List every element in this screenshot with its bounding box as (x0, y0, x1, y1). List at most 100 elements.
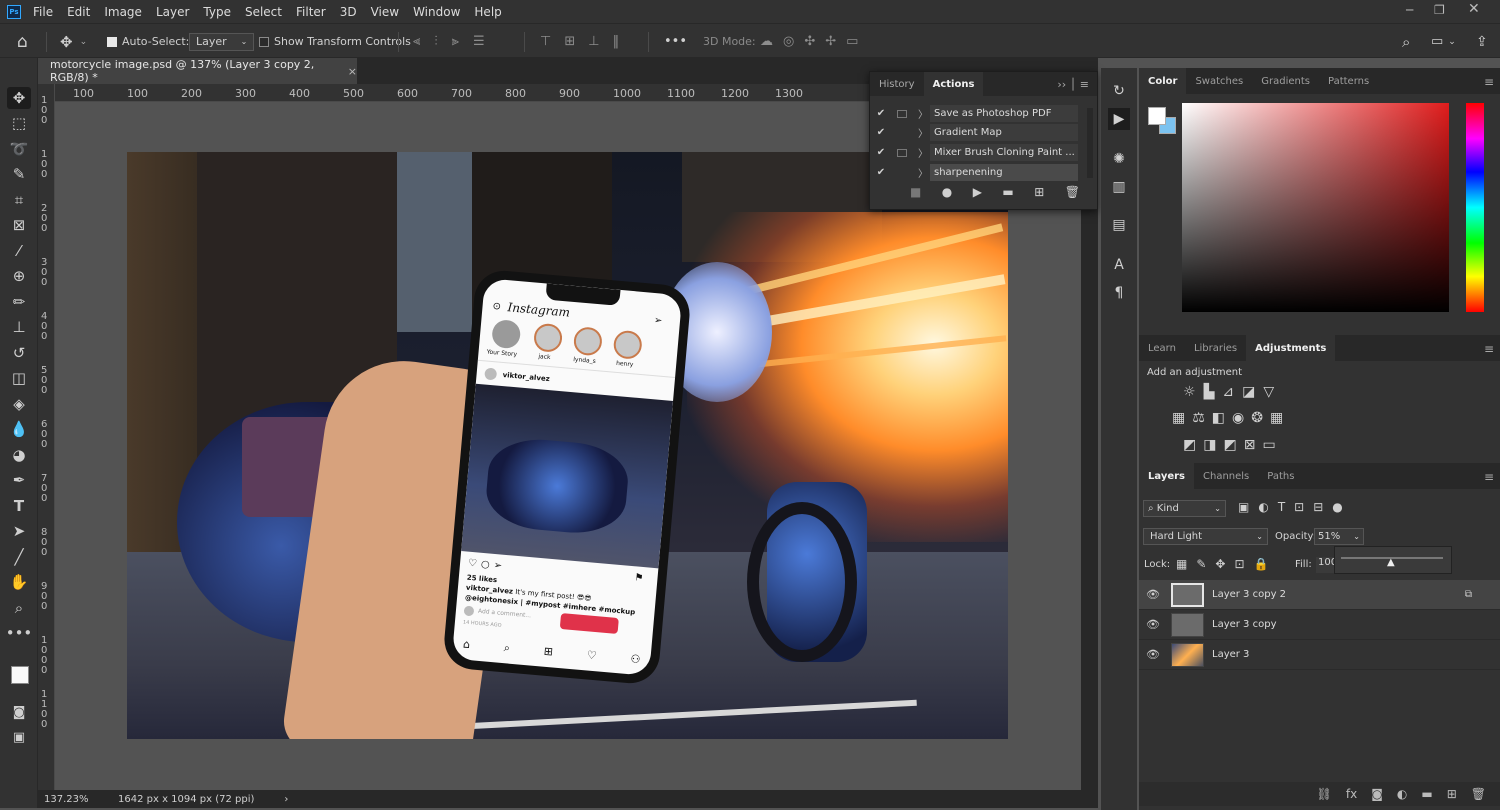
eraser-tool-icon[interactable]: ◫ (7, 367, 31, 389)
delete-layer-icon[interactable]: 🗑 (1471, 787, 1486, 801)
group-icon[interactable]: ▬ (1421, 787, 1432, 801)
layer-row-layer-3-copy[interactable]: 👁 Layer 3 copy (1139, 610, 1500, 640)
zoom-tool-icon[interactable]: ⌕ (7, 597, 31, 619)
panel-menu-icon[interactable]: ≡ (1484, 342, 1494, 356)
menu-file[interactable]: File (33, 5, 53, 19)
menu-edit[interactable]: Edit (67, 5, 90, 19)
curves-icon[interactable]: ⊿ (1222, 384, 1234, 400)
stamp-tool-icon[interactable]: ⊥ (7, 316, 31, 338)
hand-tool-icon[interactable]: ✋ (7, 571, 31, 593)
line-tool-icon[interactable]: ╱ (7, 546, 31, 568)
menu-type[interactable]: Type (203, 5, 231, 19)
tab-history[interactable]: History (870, 72, 924, 96)
folder-icon[interactable]: ▬ (1002, 185, 1013, 199)
workspace-icon[interactable]: ▭ ⌄ (1431, 24, 1456, 59)
paragraph-icon[interactable]: ¶ (1108, 282, 1130, 304)
menu-3d[interactable]: 3D (340, 5, 357, 19)
tab-patterns[interactable]: Patterns (1319, 68, 1378, 94)
menu-layer[interactable]: Layer (156, 5, 189, 19)
tab-layers[interactable]: Layers (1139, 463, 1194, 489)
type-tool-icon[interactable]: T (7, 495, 31, 517)
history-brush-icon[interactable]: ↺ (7, 342, 31, 364)
close-window-icon[interactable]: ✕ (1468, 1, 1480, 17)
zoom-level[interactable]: 137.23% (44, 794, 106, 805)
tab-actions[interactable]: Actions (923, 72, 984, 96)
invert-icon[interactable]: ◩ (1183, 437, 1196, 453)
kind-filter-dropdown[interactable]: ⌕ Kind ⌄ (1143, 500, 1226, 517)
dodge-tool-icon[interactable]: ◕ (7, 444, 31, 466)
menu-image[interactable]: Image (104, 5, 142, 19)
tab-gradients[interactable]: Gradients (1252, 68, 1319, 94)
quick-select-tool-icon[interactable]: ✎ (7, 163, 31, 185)
vibrance-icon[interactable]: ▽ (1263, 384, 1274, 400)
paint-bucket-icon[interactable]: ◈ (7, 393, 31, 415)
link-layers-icon[interactable]: ⛓ (1317, 787, 1332, 801)
minimize-icon[interactable]: ─ (1406, 3, 1413, 17)
marquee-tool-icon[interactable]: ⬚ (7, 112, 31, 134)
close-tab-icon[interactable]: × (348, 65, 357, 78)
color-lookup-icon[interactable]: ▦ (1270, 410, 1283, 426)
document-canvas-image[interactable]: Instagram ⊙ ➢ Your Story jack lynda_s he… (127, 152, 1008, 739)
gradient-map-icon[interactable]: ▭ (1262, 437, 1275, 453)
panel-collapse-icon[interactable]: ›› │ ≡ (1057, 78, 1089, 91)
home-icon[interactable]: ⌂ (17, 24, 28, 59)
tab-learn[interactable]: Learn (1139, 335, 1185, 361)
opacity-input[interactable]: 51% ⌄ (1314, 528, 1364, 545)
foreground-color-swatch[interactable] (11, 666, 29, 684)
visibility-eye-icon[interactable]: 👁 (1139, 588, 1167, 601)
levels-icon[interactable]: ▙ (1204, 384, 1215, 400)
opacity-slider-handle[interactable]: ▲ (1387, 557, 1395, 568)
more-options-icon[interactable]: ••• (664, 24, 687, 59)
layer-row-layer-3-copy-2[interactable]: 👁 Layer 3 copy 2 ⧉ (1139, 580, 1500, 610)
selective-color-icon[interactable]: ⊠ (1244, 437, 1256, 453)
align-icons[interactable]: ⫷ ⫶ ⫸ ☰ (413, 24, 485, 59)
menu-select[interactable]: Select (245, 5, 282, 19)
blur-tool-icon[interactable]: 💧 (7, 418, 31, 440)
opacity-slider-popup[interactable]: ▲ (1334, 546, 1452, 574)
photo-filter-icon[interactable]: ◉ (1232, 410, 1244, 426)
tab-color[interactable]: Color (1139, 68, 1187, 94)
adjustment-layer-icon[interactable]: ◐ (1397, 787, 1407, 801)
layer-row-layer-3[interactable]: 👁 Layer 3 (1139, 640, 1500, 670)
hue-slider[interactable] (1466, 103, 1484, 312)
distribute-icons[interactable]: ⊤ ⊞ ⊥ ‖ (540, 24, 619, 59)
new-action-icon[interactable]: ⊞ (1034, 185, 1044, 199)
action-row[interactable]: ✔ 〉 sharpenening (870, 163, 1086, 182)
auto-select-dropdown[interactable]: Layer ⌄ (189, 24, 255, 59)
search-icon[interactable]: ⌕ (1402, 24, 1410, 59)
transform-controls-checkbox[interactable]: Show Transform Controls (259, 24, 411, 59)
color-balance-icon[interactable]: ⚖ (1192, 410, 1205, 426)
3d-mode-icons[interactable]: ☁ ◎ ✣ ✢ ▭ (760, 24, 858, 59)
blend-mode-dropdown[interactable]: Hard Light ⌄ (1143, 528, 1268, 545)
actions-scrollbar[interactable] (1087, 108, 1093, 178)
screen-mode-icon[interactable]: ▣ (7, 726, 31, 748)
edit-toolbar-icon[interactable]: ••• (6, 622, 33, 644)
threshold-icon[interactable]: ◩ (1223, 437, 1236, 453)
crop-tool-icon[interactable]: ⌗ (7, 189, 31, 211)
brightness-icon[interactable]: ☼ (1183, 384, 1196, 400)
quick-mask-icon[interactable]: ◙ (7, 701, 31, 723)
actions-play-icon[interactable]: ▶ (1108, 108, 1130, 130)
lock-icons[interactable]: ▦ ✎ ✥ ⊡ 🔒 (1176, 557, 1268, 571)
layer-filter-icons[interactable]: ▣ ◐ T ⊡ ⊟ ● (1238, 500, 1343, 514)
menu-filter[interactable]: Filter (296, 5, 326, 19)
add-mask-icon[interactable]: ◙ (1371, 787, 1383, 801)
tab-adjustments[interactable]: Adjustments (1246, 335, 1336, 361)
menu-window[interactable]: Window (413, 5, 460, 19)
menu-help[interactable]: Help (474, 5, 501, 19)
action-row[interactable]: ✔ 〉 Gradient Map (870, 123, 1086, 142)
path-select-icon[interactable]: ➤ (7, 520, 31, 542)
menu-view[interactable]: View (371, 5, 399, 19)
action-row[interactable]: ✔ 〉 Save as Photoshop PDF (870, 104, 1086, 123)
auto-select-checkbox[interactable]: Auto-Select: (107, 24, 189, 59)
record-icon[interactable]: ● (942, 185, 952, 199)
restore-icon[interactable]: ❐ (1434, 3, 1445, 17)
document-tab[interactable]: motorcycle image.psd @ 137% (Layer 3 cop… (38, 58, 358, 84)
tab-paths[interactable]: Paths (1258, 463, 1303, 489)
frame-tool-icon[interactable]: ⊠ (7, 214, 31, 236)
visibility-eye-icon[interactable]: 👁 (1139, 618, 1167, 631)
color-picker-field[interactable] (1182, 103, 1449, 312)
exposure-icon[interactable]: ◪ (1242, 384, 1255, 400)
move-tool-icon[interactable]: ✥ (7, 87, 31, 109)
tab-channels[interactable]: Channels (1194, 463, 1258, 489)
